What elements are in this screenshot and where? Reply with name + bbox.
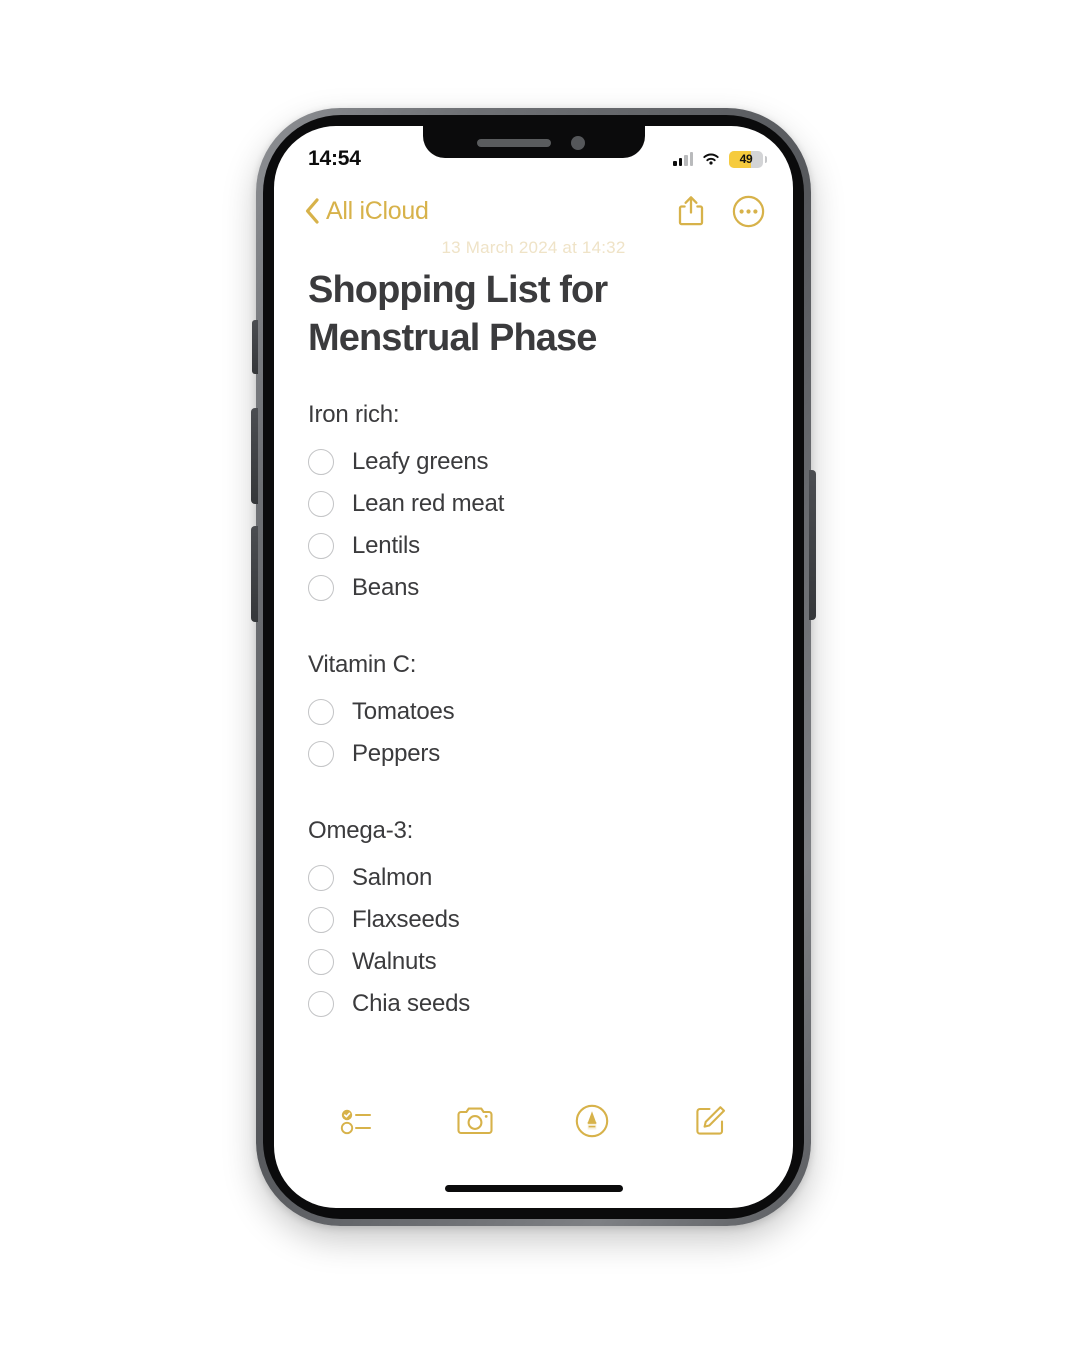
checklist-item-label: Walnuts — [352, 947, 437, 975]
checkbox-icon[interactable] — [308, 532, 334, 559]
markup-button[interactable] — [561, 1093, 623, 1149]
checklist-item-label: Beans — [352, 573, 420, 601]
screenshot-canvas: 14:54 49 All iCloud 13 March 2024 at 14:… — [0, 0, 1080, 1350]
home-indicator[interactable] — [444, 1185, 623, 1192]
checklist-item-label: Leafy greens — [352, 447, 489, 475]
phone-screen: 14:54 49 All iCloud 13 March 2024 at 14:… — [274, 126, 793, 1208]
checklist-item-label: Lean red meat — [352, 489, 505, 517]
mute-switch[interactable] — [252, 320, 258, 374]
share-button[interactable] — [676, 194, 706, 228]
back-button[interactable]: All iCloud — [304, 197, 429, 226]
checklist-item[interactable]: Lentils — [308, 525, 759, 567]
note-section: Iron rich: Leafy greens Lean red meat Lenti… — [308, 401, 759, 609]
checkbox-icon[interactable] — [308, 490, 334, 517]
checkbox-icon[interactable] — [308, 990, 334, 1017]
share-icon — [678, 196, 704, 226]
checkbox-icon[interactable] — [308, 740, 334, 767]
section-label: Iron rich: — [308, 400, 400, 428]
back-button-label: All iCloud — [326, 196, 429, 225]
chevron-left-icon — [305, 198, 319, 224]
battery-icon: 49 — [729, 150, 767, 168]
status-indicators: 49 — [673, 150, 767, 168]
checklist-button[interactable] — [326, 1093, 388, 1149]
note-date: 13 March 2024 at 14:32 — [441, 238, 626, 257]
checklist-item-label: Lentils — [352, 531, 420, 559]
markup-pen-icon — [576, 1104, 609, 1138]
checkbox-icon[interactable] — [308, 448, 334, 475]
status-time: 14:54 — [308, 147, 361, 170]
power-button[interactable] — [809, 470, 816, 620]
display-notch — [422, 126, 645, 158]
battery-level: 49 — [739, 151, 753, 166]
checkbox-icon[interactable] — [308, 864, 334, 891]
note-title[interactable]: Shopping List for Menstrual Phase — [308, 266, 638, 363]
volume-down-button[interactable] — [251, 526, 258, 622]
note-sections: Iron rich: Leafy greens Lean red meat Lenti… — [308, 401, 759, 1025]
more-options-button[interactable] — [732, 195, 765, 228]
phone-device-frame: 14:54 49 All iCloud 13 March 2024 at 14:… — [251, 108, 816, 1226]
cellular-bars-icon — [673, 152, 693, 166]
checklist-item-label: Salmon — [352, 863, 433, 891]
checkbox-icon[interactable] — [308, 906, 334, 933]
checkbox-icon[interactable] — [308, 574, 334, 601]
section-label: Omega-3: — [308, 816, 414, 844]
checklist-item[interactable]: Lean red meat — [308, 483, 759, 525]
checklist-icon — [340, 1109, 371, 1135]
battery-cap — [764, 155, 767, 163]
front-camera-icon — [570, 136, 585, 150]
earpiece-speaker — [476, 139, 551, 147]
volume-up-button[interactable] — [251, 408, 258, 504]
checkbox-icon[interactable] — [308, 698, 334, 725]
checklist-item-label: Chia seeds — [352, 989, 471, 1017]
ellipsis-circle-icon — [732, 195, 765, 227]
section-label: Vitamin C: — [308, 650, 417, 678]
checklist-item-label: Tomatoes — [352, 697, 455, 725]
checklist-item[interactable]: Leafy greens — [308, 441, 759, 483]
compose-button[interactable] — [679, 1093, 741, 1149]
checkbox-icon[interactable] — [308, 948, 334, 975]
wifi-icon — [703, 153, 719, 165]
checklist-item[interactable]: Tomatoes — [308, 691, 759, 733]
checklist-item-label: Peppers — [352, 739, 440, 767]
note-toolbar — [274, 1090, 793, 1152]
checklist-item[interactable]: Flaxseeds — [308, 899, 759, 941]
compose-icon — [696, 1106, 726, 1135]
camera-icon — [457, 1107, 493, 1135]
checklist-item[interactable]: Walnuts — [308, 941, 759, 983]
checklist-item[interactable]: Salmon — [308, 857, 759, 899]
checklist-item-label: Flaxseeds — [352, 905, 460, 933]
checklist-item[interactable]: Chia seeds — [308, 983, 759, 1025]
note-content-scroll[interactable]: 13 March 2024 at 14:32 Shopping List for… — [274, 234, 793, 1116]
note-section: Omega-3: Salmon Flaxseeds Walnuts Chia seeds — [308, 817, 759, 1025]
checklist-item[interactable]: Peppers — [308, 733, 759, 775]
checklist-item[interactable]: Beans — [308, 567, 759, 609]
navigation-bar: All iCloud — [274, 184, 793, 238]
note-section: Vitamin C: Tomatoes Peppers — [308, 651, 759, 775]
camera-button[interactable] — [444, 1093, 506, 1149]
